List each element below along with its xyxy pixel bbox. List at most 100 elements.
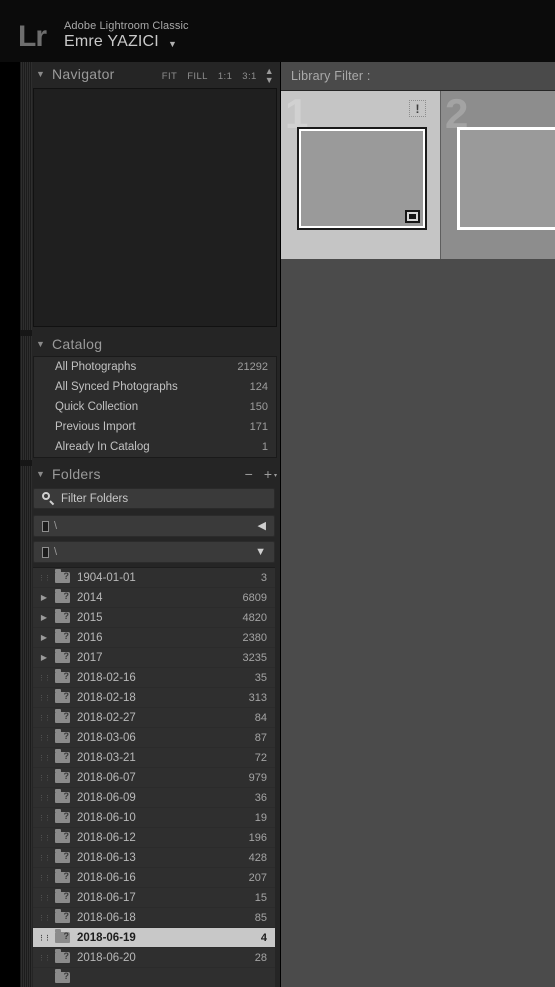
expand-triangle-icon[interactable]: ▶	[33, 653, 55, 662]
list-item[interactable]: All Photographs 21292	[34, 357, 276, 377]
folder-missing-icon: ?	[55, 949, 70, 963]
volume-label: \	[54, 520, 58, 532]
folder-row[interactable]: ⋮⋮? 2018-06-10 19	[33, 808, 275, 828]
folders-section: ▼ Folders − + ▾ Filter Folders \ ◀ \ ▼ ⋮…	[20, 462, 280, 987]
folder-row[interactable]: ⋮⋮? 2018-03-06 87	[33, 728, 275, 748]
catalog-item-count: 21292	[237, 361, 268, 373]
folder-row[interactable]: ⋮⋮? 2018-02-16 35	[33, 668, 275, 688]
application-name: Adobe Lightroom Classic	[64, 20, 189, 32]
list-item[interactable]: Already In Catalog 1	[34, 437, 276, 457]
folder-missing-icon: ?	[55, 889, 70, 903]
volume-disclosure-icon[interactable]: ◀	[258, 520, 266, 532]
folder-row[interactable]: ▶? 2016 2380	[33, 628, 275, 648]
disclosure-triangle-icon[interactable]: ▼	[36, 69, 48, 79]
navigator-preview[interactable]	[33, 88, 277, 327]
folder-row[interactable]: ⋮⋮? 2018-06-07 979	[33, 768, 275, 788]
library-filter-bar[interactable]: Library Filter :	[281, 62, 555, 91]
folder-missing-icon: ?	[55, 589, 70, 603]
add-folder-button[interactable]: + ▾	[264, 467, 277, 481]
thumbnail-image[interactable]	[460, 130, 555, 227]
chevron-down-icon[interactable]: ▼	[168, 39, 177, 49]
zoom-mode-1-1[interactable]: 1:1	[218, 71, 232, 82]
folder-row[interactable]: ⋮⋮? 2018-06-12 196	[33, 828, 275, 848]
folder-row[interactable]: ⋮⋮? 2018-02-27 84	[33, 708, 275, 728]
expand-triangle-icon[interactable]: ▶	[33, 593, 55, 602]
zoom-mode-3-1[interactable]: 3:1	[242, 71, 256, 82]
navigator-header[interactable]: ▼ Navigator FIT FILL 1:1 3:1 ▲ ▼	[20, 62, 280, 86]
catalog-header[interactable]: ▼ Catalog	[20, 332, 280, 356]
folder-drag-dots-icon: ⋮⋮	[38, 894, 51, 902]
zoom-mode-fit[interactable]: FIT	[162, 71, 177, 82]
folder-row[interactable]: ▶? 2017 3235	[33, 648, 275, 668]
panel-edge-divider	[20, 460, 32, 466]
folder-row[interactable]: ⋮⋮? 2018-06-09 36	[33, 788, 275, 808]
question-mark-icon: ?	[63, 631, 70, 641]
folder-row[interactable]: ⋮⋮? 2018-06-18 85	[33, 908, 275, 928]
folder-drag-dots-icon: ⋮⋮	[38, 734, 51, 742]
folder-row[interactable]: ⋮⋮? 2018-06-13 428	[33, 848, 275, 868]
folder-photo-count: 979	[248, 771, 267, 784]
expand-triangle-icon[interactable]: ▶	[33, 633, 55, 642]
thumbnail-image[interactable]	[301, 131, 423, 226]
folder-drag-dots-icon: ⋮⋮	[38, 914, 51, 922]
chevron-down-icon: ▾	[273, 473, 277, 479]
list-item[interactable]: Previous Import 171	[34, 417, 276, 437]
expand-triangle-icon[interactable]: ▶	[33, 613, 55, 622]
volume-disclosure-icon[interactable]: ▼	[255, 546, 266, 558]
identity-plate[interactable]: Emre YAZICI ▼	[64, 33, 177, 51]
crop-badge-icon[interactable]	[405, 210, 420, 223]
grid-cell[interactable]: 2	[441, 91, 555, 259]
folder-missing-icon: ?	[55, 709, 70, 723]
zoom-mode-fill[interactable]: FILL	[187, 71, 208, 82]
folder-missing-icon: ?	[55, 929, 70, 943]
stepper-down-icon[interactable]: ▼	[265, 76, 274, 85]
folder-row[interactable]: ?	[33, 968, 275, 987]
folder-row[interactable]: ⋮⋮? 2018-06-19 4	[33, 928, 275, 948]
folder-missing-icon: ?	[55, 629, 70, 643]
folder-list[interactable]: ⋮⋮? 1904-01-01 3 ▶? 2014 6809 ▶? 2015 4820 ▶? 2016…	[33, 567, 275, 987]
question-mark-icon: ?	[63, 751, 70, 761]
list-item[interactable]: All Synced Photographs 124	[34, 377, 276, 397]
folder-row[interactable]: ⋮⋮? 2018-06-20 28	[33, 948, 275, 968]
grid-cell[interactable]: 1 !	[281, 91, 441, 259]
left-panel: ▼ Navigator FIT FILL 1:1 3:1 ▲ ▼ ▼ Catal…	[20, 62, 280, 987]
folder-row[interactable]: ▶? 2014 6809	[33, 588, 275, 608]
question-mark-icon: ?	[63, 891, 70, 901]
left-panel-resize-handle[interactable]	[20, 62, 32, 987]
folder-row[interactable]: ⋮⋮? 2018-03-21 72	[33, 748, 275, 768]
folder-missing-icon: ?	[55, 689, 70, 703]
folder-row[interactable]: ▶? 2015 4820	[33, 608, 275, 628]
folder-name: 2018-03-06	[77, 731, 136, 744]
navigator-section: ▼ Navigator FIT FILL 1:1 3:1 ▲ ▼	[20, 62, 280, 327]
remove-folder-button[interactable]: −	[245, 467, 253, 481]
filter-folders-input[interactable]: Filter Folders	[33, 488, 275, 509]
folder-row[interactable]: ⋮⋮? 2018-06-16 207	[33, 868, 275, 888]
catalog-item-label: Already In Catalog	[55, 441, 150, 453]
missing-photo-badge-icon[interactable]: !	[409, 100, 426, 117]
folder-missing-icon: ?	[55, 909, 70, 923]
volume-row[interactable]: \ ▼	[33, 541, 275, 563]
thumbnail-frame	[297, 127, 427, 230]
grid-content-area[interactable]: 1 ! 2	[281, 91, 555, 987]
folder-row[interactable]: ⋮⋮? 1904-01-01 3	[33, 568, 275, 588]
folder-photo-count: 28	[254, 951, 267, 964]
question-mark-icon: ?	[63, 771, 70, 781]
folder-name: 2018-06-19	[77, 931, 136, 944]
question-mark-icon: ?	[63, 591, 70, 601]
thumbnail-grid: 1 ! 2	[281, 91, 555, 259]
zoom-ratio-stepper[interactable]: ▲ ▼	[265, 67, 274, 85]
folder-missing-icon: ?	[55, 969, 70, 983]
disclosure-triangle-icon[interactable]: ▼	[36, 339, 48, 349]
question-mark-icon: ?	[63, 731, 70, 741]
folder-row[interactable]: ⋮⋮? 2018-02-18 313	[33, 688, 275, 708]
disclosure-triangle-icon[interactable]: ▼	[36, 469, 48, 479]
drive-icon	[42, 520, 49, 532]
folder-drag-dots-icon: ⋮⋮	[38, 694, 51, 702]
folder-photo-count: 3235	[242, 651, 267, 664]
list-item[interactable]: Quick Collection 150	[34, 397, 276, 417]
folders-header[interactable]: ▼ Folders − + ▾	[20, 462, 280, 486]
volume-row[interactable]: \ ◀	[33, 515, 275, 537]
folder-missing-icon: ?	[55, 869, 70, 883]
folder-row[interactable]: ⋮⋮? 2018-06-17 15	[33, 888, 275, 908]
folder-drag-dots-icon: ⋮⋮	[38, 934, 51, 942]
